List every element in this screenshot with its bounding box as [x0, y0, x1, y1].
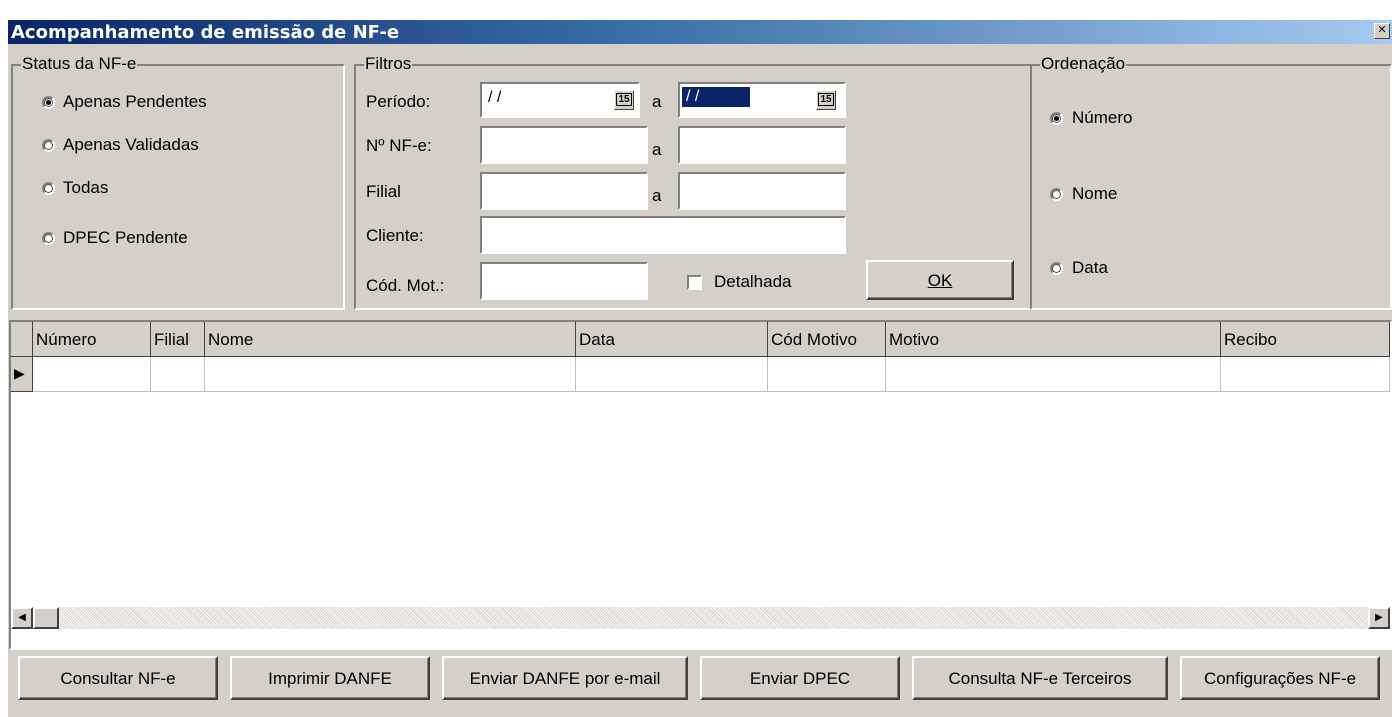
column-header-numero[interactable]: Número	[33, 322, 151, 357]
column-header-filial[interactable]: Filial	[151, 322, 205, 357]
table-cell[interactable]	[886, 357, 1221, 392]
cliente-label: Cliente:	[366, 226, 424, 245]
column-header-cod-motivo[interactable]: Cód Motivo	[768, 322, 886, 357]
table-cell[interactable]	[205, 357, 576, 392]
radio-button-icon[interactable]	[1050, 112, 1063, 125]
table-cell[interactable]	[1221, 357, 1390, 392]
radio-button-icon[interactable]	[42, 182, 55, 195]
calendar-icon[interactable]: 15	[614, 90, 634, 110]
configuracoes-nfe-button[interactable]: Configurações NF-e	[1180, 656, 1380, 700]
periodo-to-value: / /	[682, 87, 750, 107]
range-separator: a	[652, 186, 662, 205]
button-label: Consulta NF-e Terceiros	[948, 669, 1132, 688]
consultar-nfe-button[interactable]: Consultar NF-e	[18, 656, 218, 700]
cod-mot-field[interactable]	[480, 262, 648, 300]
periodo-label: Período:	[366, 92, 431, 111]
radio-label[interactable]: Data	[1072, 258, 1108, 278]
cliente-field[interactable]	[480, 216, 846, 254]
column-header-motivo[interactable]: Motivo	[886, 322, 1221, 357]
range-separator: a	[652, 92, 662, 111]
row-indicator-icon: ▶	[11, 357, 33, 392]
cod-mot-label: Cód. Mot.:	[366, 276, 445, 295]
radio-button-icon[interactable]	[42, 232, 55, 245]
status-groupbox: Status da NF-e Apenas Pendentes Apenas V…	[11, 54, 345, 310]
filial-to-field[interactable]	[678, 172, 846, 210]
scroll-left-icon[interactable]: ◀	[11, 607, 33, 629]
ok-label: OK	[927, 271, 953, 290]
button-label: Configurações NF-e	[1203, 669, 1357, 688]
range-separator: a	[652, 140, 662, 159]
nf-from-field[interactable]	[480, 126, 648, 164]
nf-label: Nº NF-e:	[366, 136, 432, 155]
scroll-thumb[interactable]	[33, 607, 59, 629]
radio-label[interactable]: Número	[1072, 108, 1132, 128]
button-label: Enviar DANFE por e-mail	[469, 669, 661, 688]
scroll-right-icon[interactable]: ▶	[1368, 607, 1390, 629]
horizontal-scrollbar[interactable]: ◀ ▶	[11, 607, 1390, 629]
nf-to-field[interactable]	[678, 126, 846, 164]
table-cell[interactable]	[33, 357, 151, 392]
radio-label[interactable]: DPEC Pendente	[63, 228, 188, 248]
main-window: Acompanhamento de emissão de NF-e ✕ Stat…	[8, 20, 1392, 717]
button-label: Imprimir DANFE	[268, 669, 392, 688]
table-cell[interactable]	[768, 357, 886, 392]
filtros-legend: Filtros	[364, 54, 413, 74]
radio-label[interactable]: Apenas Pendentes	[63, 92, 207, 112]
enviar-danfe-email-button[interactable]: Enviar DANFE por e-mail	[442, 656, 688, 700]
column-header-data[interactable]: Data	[576, 322, 768, 357]
radio-label[interactable]: Apenas Validadas	[63, 135, 199, 155]
table-cell[interactable]	[151, 357, 205, 392]
row-indicator-header	[11, 322, 33, 357]
button-label: Enviar DPEC	[749, 669, 851, 688]
imprimir-danfe-button[interactable]: Imprimir DANFE	[230, 656, 430, 700]
column-header-recibo[interactable]: Recibo	[1221, 322, 1390, 357]
button-label: Consultar NF-e	[60, 669, 176, 688]
ordenacao-groupbox: Ordenação Número Nome Data	[1030, 54, 1392, 310]
radio-label[interactable]: Todas	[63, 178, 108, 198]
radio-label[interactable]: Nome	[1072, 184, 1117, 204]
periodo-from-field[interactable]: / / 15	[480, 82, 640, 118]
radio-button-icon[interactable]	[42, 96, 55, 109]
checkbox-icon[interactable]	[687, 275, 702, 290]
filtros-groupbox: Filtros Período: / / 15 a / / 15 Nº NF-e…	[354, 54, 1034, 310]
radio-button-icon[interactable]	[1050, 188, 1063, 201]
ok-button[interactable]: OK	[866, 260, 1014, 300]
filial-label: Filial	[366, 182, 401, 201]
consulta-nfe-terceiros-button[interactable]: Consulta NF-e Terceiros	[912, 656, 1168, 700]
title-bar: Acompanhamento de emissão de NF-e ✕	[8, 20, 1392, 44]
ordenacao-legend: Ordenação	[1040, 54, 1127, 74]
periodo-from-value: / /	[488, 89, 502, 106]
table-cell[interactable]	[576, 357, 768, 392]
close-icon[interactable]: ✕	[1374, 23, 1390, 39]
column-header-nome[interactable]: Nome	[205, 322, 576, 357]
filial-from-field[interactable]	[480, 172, 648, 210]
enviar-dpec-button[interactable]: Enviar DPEC	[700, 656, 900, 700]
detalhada-label[interactable]: Detalhada	[714, 272, 792, 292]
window-title: Acompanhamento de emissão de NF-e	[11, 22, 400, 43]
status-legend: Status da NF-e	[21, 54, 138, 74]
calendar-icon[interactable]: 15	[816, 90, 836, 110]
radio-button-icon[interactable]	[1050, 262, 1063, 275]
nfe-grid[interactable]: Número Filial Nome Data Cód Motivo Motiv…	[9, 320, 1392, 650]
periodo-to-field[interactable]: / / 15	[678, 82, 846, 118]
radio-button-icon[interactable]	[42, 139, 55, 152]
